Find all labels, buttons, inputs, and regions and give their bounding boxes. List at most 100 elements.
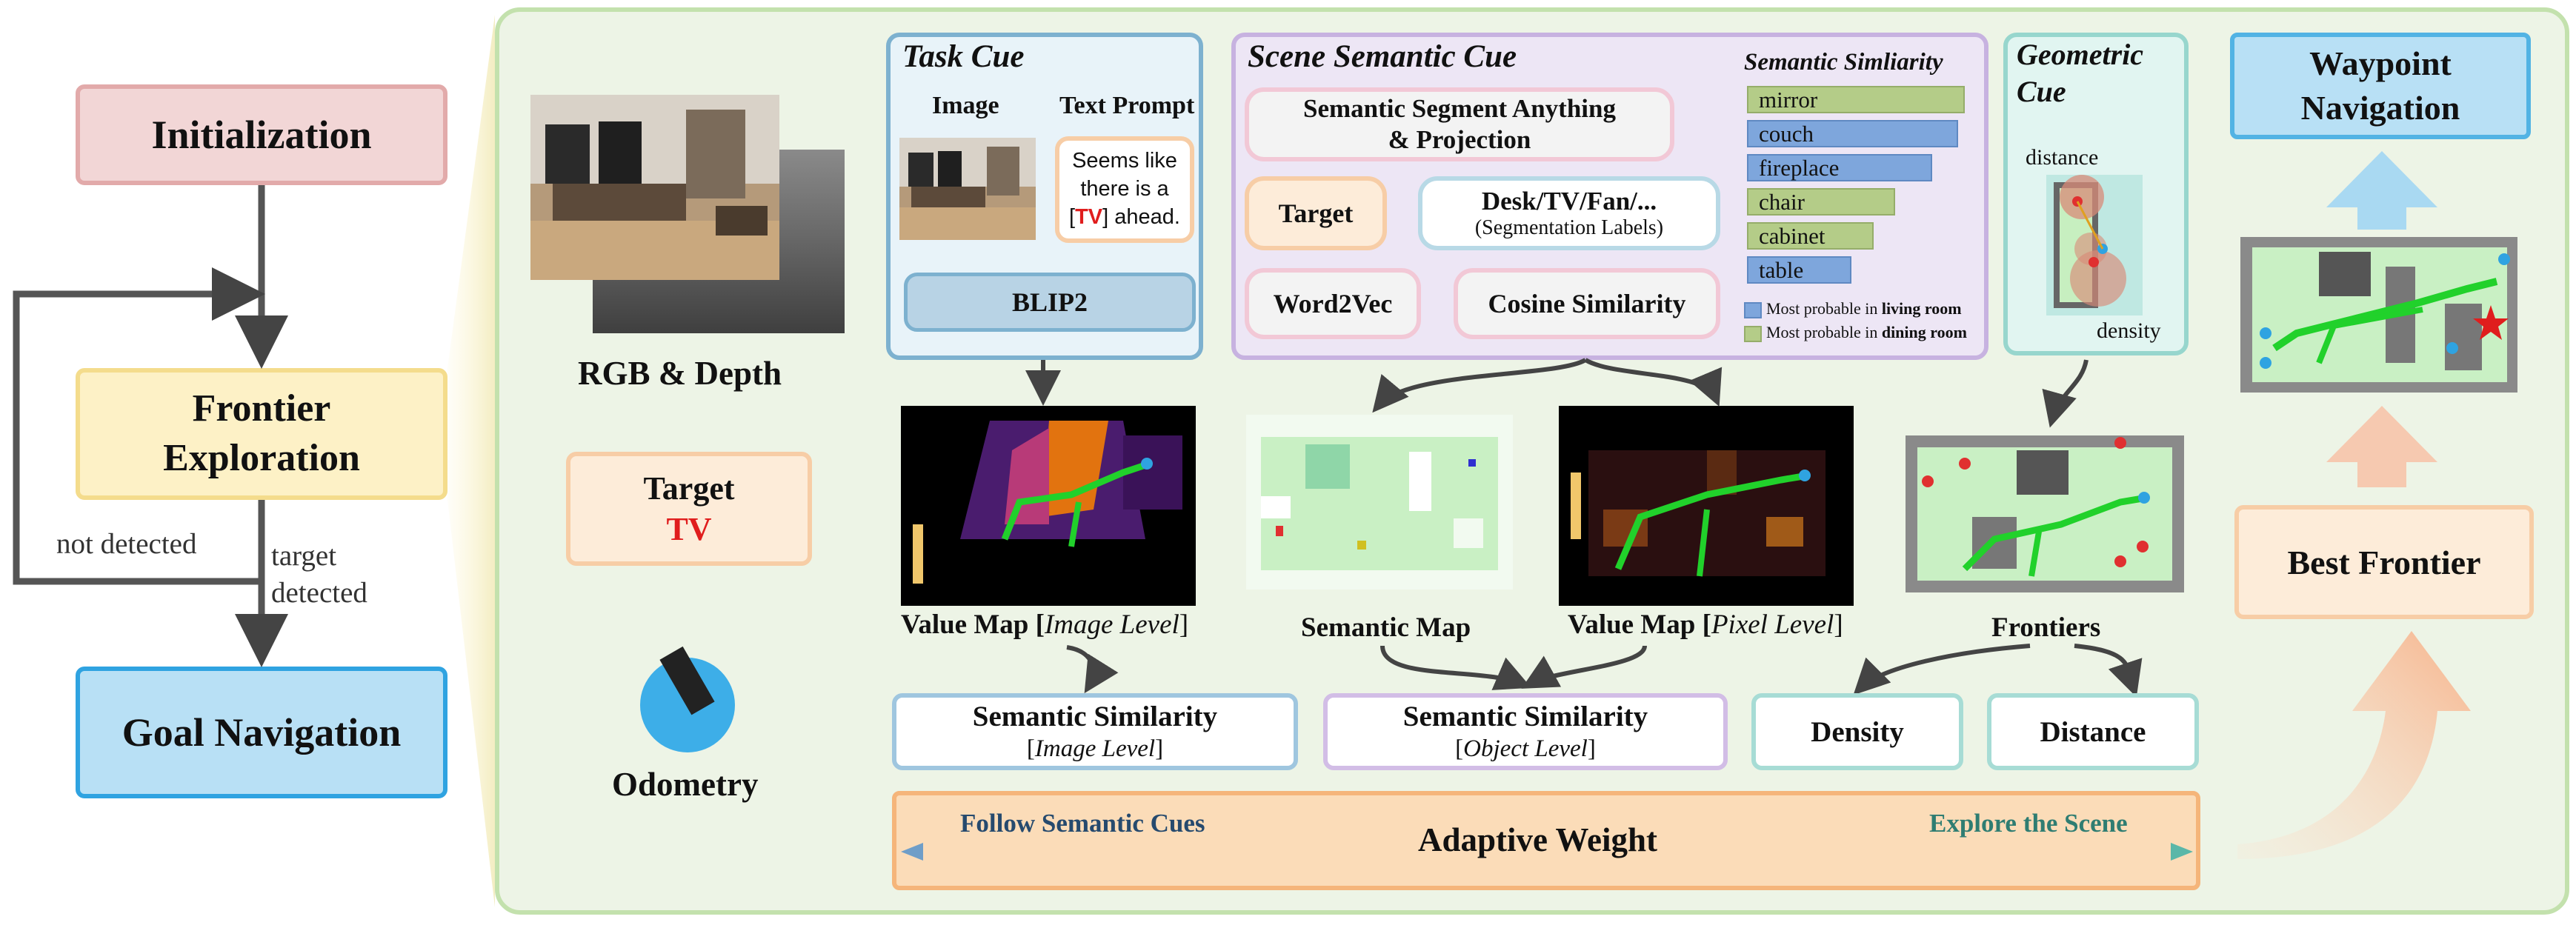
geometric-cue-title-line2: Cue: [2017, 75, 2066, 108]
value-map-image-italic: Image Level: [1044, 610, 1179, 640]
segmentation-labels-line2: (Segmentation Labels): [1474, 216, 1664, 240]
semantic-map-label: Semantic Map: [1301, 612, 1471, 643]
distance-score-label: Distance: [2040, 715, 2146, 748]
object-similarity-open: [: [1455, 735, 1464, 762]
similarity-bar-cabinet: cabinet: [1747, 222, 1874, 250]
segmentation-labels-box: Desk/TV/Fan/... (Segmentation Labels): [1418, 176, 1720, 250]
text-prompt-line1: Seems like: [1072, 149, 1177, 173]
legend-living-swatch: [1744, 302, 1762, 318]
legend-dining-swatch: [1744, 326, 1762, 342]
odometry-label: Odometry: [612, 766, 759, 803]
semantic-similarity-object-box: Semantic Similarity [Object Level]: [1323, 693, 1728, 770]
task-cue-title: Task Cue: [902, 39, 1025, 74]
odometry-icon: [640, 646, 735, 752]
value-map-pixel-level: [1559, 406, 1854, 606]
image-similarity-italic: Image Level: [1034, 735, 1156, 762]
similarity-bar-label: couch: [1759, 120, 1814, 147]
geometric-cue-map: [2046, 175, 2143, 315]
geometric-cue-title-line1: Geometric: [2017, 38, 2144, 71]
image-similarity-close: ]: [1155, 735, 1164, 762]
big-curved-arrow: [2237, 631, 2471, 859]
best-frontier-box: Best Frontier: [2234, 505, 2534, 619]
ssa-line2: & Projection: [1388, 125, 1531, 154]
frontiers-label: Frontiers: [1991, 612, 2101, 643]
blip2-box: BLIP2: [904, 273, 1196, 332]
target-input-value: TV: [666, 511, 712, 547]
text-prompt-line2: there is a: [1080, 177, 1169, 201]
scene-semantic-cue-title: Scene Semantic Cue: [1248, 39, 1517, 74]
explore-the-scene-label: Explore the Scene: [1929, 809, 2128, 838]
similarity-bar-label: fireplace: [1759, 154, 1840, 181]
distance-box: Distance: [1987, 693, 2199, 770]
rgb-image: [530, 95, 779, 280]
task-cue-image-label: Image: [932, 92, 999, 119]
density-box: Density: [1751, 693, 1963, 770]
object-similarity-italic: Object Level: [1463, 735, 1588, 762]
task-cue-text-prompt-label: Text Prompt: [1059, 92, 1195, 119]
value-map-pixel-prefix: Value Map [: [1568, 610, 1711, 640]
waypoint-line1: Waypoint: [2309, 44, 2452, 83]
distance-label: distance: [2026, 145, 2099, 170]
legend-dining-bold: dining room: [1881, 323, 1967, 341]
follow-semantic-cues-label: Follow Semantic Cues: [960, 809, 1205, 838]
cosine-similarity-box: Cosine Similarity: [1454, 268, 1720, 339]
object-similarity-line1: Semantic Similarity: [1402, 700, 1648, 732]
word2vec-label: Word2Vec: [1273, 289, 1393, 318]
similarity-bar-fireplace: fireplace: [1747, 154, 1932, 181]
ssa-box: Semantic Segment Anything & Projection: [1245, 87, 1674, 161]
rgb-depth-label: RGB & Depth: [578, 355, 782, 392]
similarity-chart-title: Semantic Simliarity: [1744, 49, 1943, 76]
image-similarity-line1: Semantic Similarity: [972, 700, 1218, 732]
text-prompt-box: Seems like there is a [TV] ahead.: [1055, 136, 1194, 243]
similarity-bar-couch: couch: [1747, 120, 1958, 147]
density-score-label: Density: [1811, 715, 1904, 748]
scene-target-label: Target: [1278, 198, 1354, 228]
density-label: density: [2097, 318, 2161, 343]
target-input-box: Target TV: [566, 452, 812, 566]
blip2-label: BLIP2: [1011, 287, 1088, 317]
semantic-similarity-image-box: Semantic Similarity [Image Level]: [892, 693, 1298, 770]
waypoint-line2: Navigation: [2300, 89, 2460, 127]
waypoint-navigation-box: Waypoint Navigation: [2230, 33, 2531, 139]
adaptive-weight-title: Adaptive Weight: [1418, 821, 1657, 858]
segmentation-labels-line1: Desk/TV/Fan/...: [1481, 186, 1657, 216]
waypoint-map: [2240, 237, 2517, 393]
legend-living-text: Most probable in living room: [1766, 299, 1962, 318]
value-map-pixel-italic: Pixel Level: [1711, 610, 1834, 640]
legend-dining-text: Most probable in dining room: [1766, 323, 1967, 342]
similarity-bar-mirror: mirror: [1747, 86, 1965, 113]
flow-arrows: [13, 15, 495, 907]
similarity-bar-label: cabinet: [1759, 222, 1826, 249]
object-similarity-line2: [Object Level]: [1455, 735, 1596, 764]
similarity-bar-table: table: [1747, 256, 1851, 284]
image-similarity-open: [: [1026, 735, 1035, 762]
similarity-bar-chair: chair: [1747, 188, 1895, 216]
frontiers-map: [1906, 435, 2184, 592]
legend-dining-prefix: Most probable in: [1766, 323, 1882, 341]
value-map-image-prefix: Value Map [: [901, 610, 1045, 640]
value-map-image-suffix: ]: [1179, 610, 1189, 640]
prompt-bracket-close: ] ahead.: [1102, 204, 1180, 229]
legend-living-bold: living room: [1881, 299, 1962, 318]
object-similarity-close: ]: [1587, 735, 1596, 762]
value-map-image-level: [901, 406, 1196, 606]
value-map-pixel-level-label: Value Map [Pixel Level]: [1568, 609, 1843, 641]
text-prompt-line3: [TV] ahead.: [1069, 204, 1180, 232]
prompt-target: TV: [1075, 204, 1103, 229]
value-map-image-level-label: Value Map [Image Level]: [901, 609, 1188, 641]
scene-target-box: Target: [1245, 176, 1387, 250]
best-frontier-label: Best Frontier: [2287, 543, 2481, 581]
value-map-pixel-suffix: ]: [1834, 610, 1843, 640]
similarity-bar-label: mirror: [1759, 86, 1818, 113]
ssa-line1: Semantic Segment Anything: [1303, 94, 1616, 123]
prompt-bracket-open: [: [1069, 204, 1076, 229]
semantic-map: [1246, 415, 1513, 590]
image-similarity-line2: [Image Level]: [1027, 735, 1163, 764]
legend-living-prefix: Most probable in: [1766, 299, 1882, 318]
word2vec-box: Word2Vec: [1245, 268, 1421, 339]
cosine-similarity-label: Cosine Similarity: [1488, 289, 1686, 318]
similarity-bar-label: chair: [1759, 188, 1805, 215]
similarity-bar-label: table: [1759, 256, 1804, 283]
task-cue-thumbnail: [899, 138, 1036, 240]
target-input-label: Target: [643, 470, 735, 507]
